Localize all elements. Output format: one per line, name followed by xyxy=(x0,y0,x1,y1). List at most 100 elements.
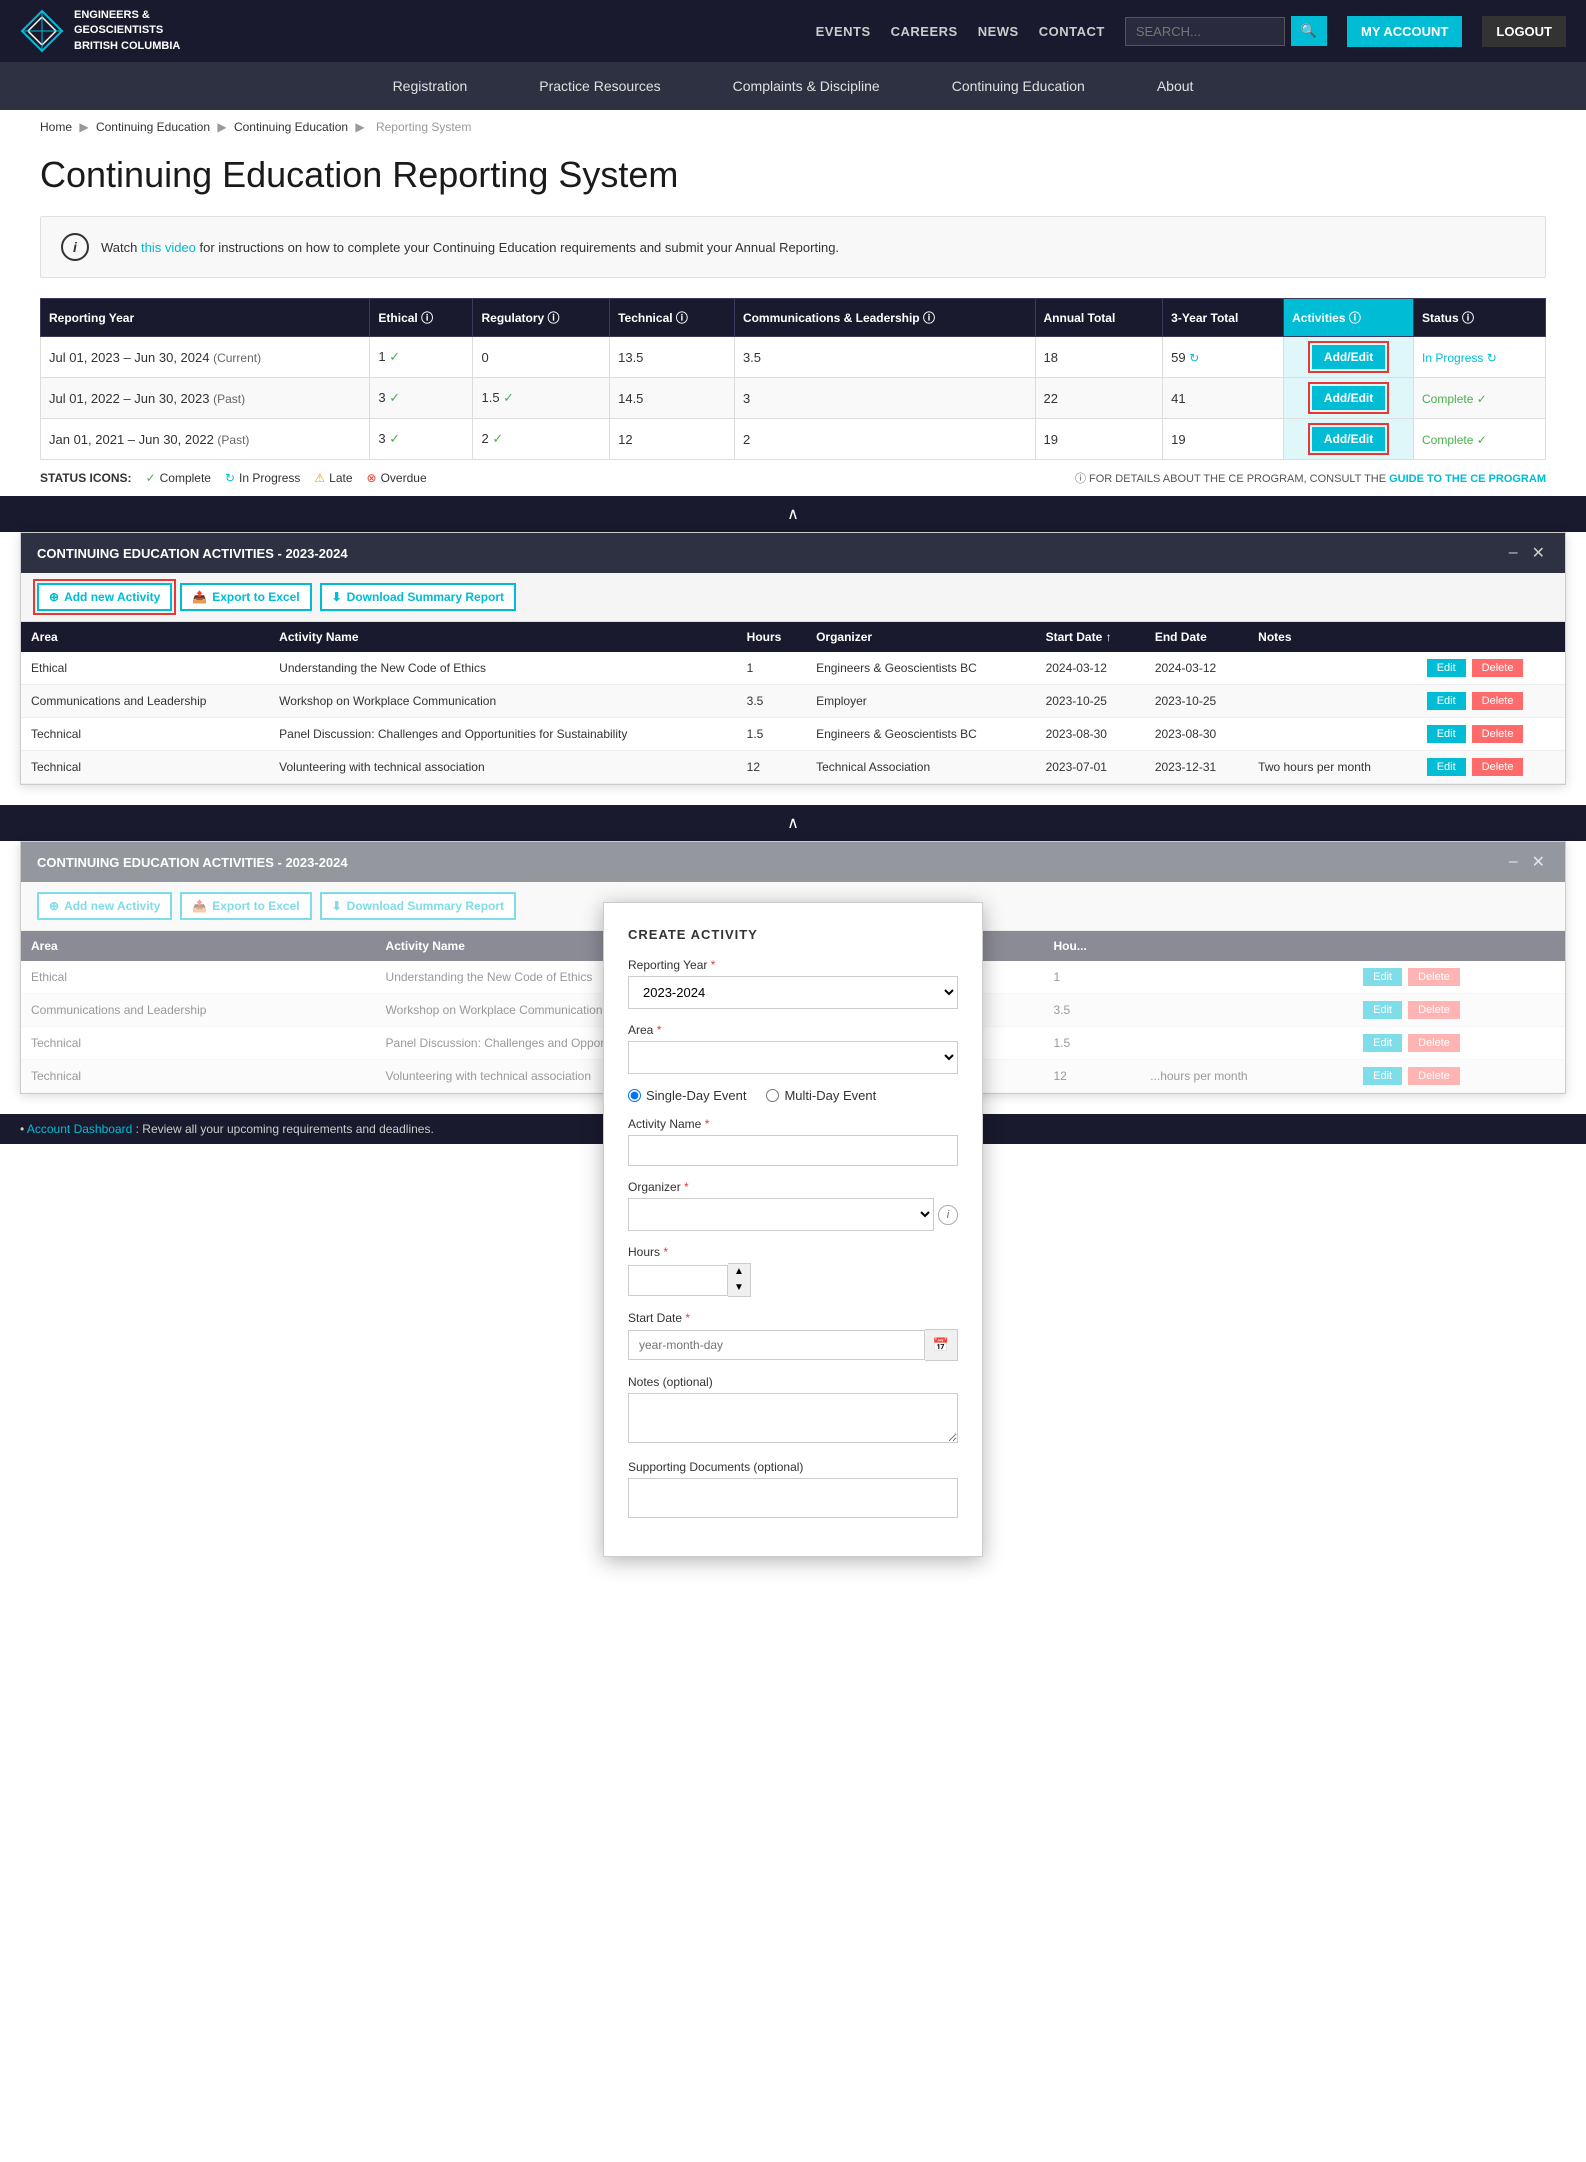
delete-btn-2b2[interactable]: Delete xyxy=(1408,1001,1460,1019)
organizer-select[interactable] xyxy=(628,1198,934,1231)
panel-title-1: CONTINUING EDUCATION ACTIVITIES - 2023-2… xyxy=(37,546,348,561)
sec-nav-complaints[interactable]: Complaints & Discipline xyxy=(697,62,916,110)
add-edit-btn-3[interactable]: Add/Edit xyxy=(1312,427,1385,451)
breadcrumb-home[interactable]: Home xyxy=(40,120,72,134)
legend-late: ⚠ Late xyxy=(314,471,352,485)
add-icon-2: ⊕ xyxy=(49,899,59,913)
hours-input[interactable] xyxy=(628,1265,728,1296)
panel-header-controls-2: – ✕ xyxy=(1505,852,1549,872)
legend-label: STATUS ICONS: xyxy=(40,471,132,485)
notes-textarea[interactable] xyxy=(628,1393,958,1443)
area-select[interactable] xyxy=(628,1041,958,1074)
act-name-2: Workshop on Workplace Communication xyxy=(269,685,737,718)
act-hours-4: 12 xyxy=(737,751,806,784)
sec-nav-practice[interactable]: Practice Resources xyxy=(503,62,696,110)
edit-btn-2c3[interactable]: Edit xyxy=(1363,1034,1402,1052)
breadcrumb-ce1[interactable]: Continuing Education xyxy=(96,120,210,134)
search-button[interactable]: 🔍 xyxy=(1291,16,1327,46)
reporting-year-label: Reporting Year * xyxy=(628,958,958,972)
activity-name-label: Activity Name * xyxy=(628,1117,958,1131)
delete-btn-3[interactable]: Delete xyxy=(1472,725,1524,743)
activity-name-input[interactable] xyxy=(628,1135,958,1166)
download-report-btn-1[interactable]: ⬇ Download Summary Report xyxy=(320,583,516,611)
supporting-docs-group: Supporting Documents (optional) xyxy=(628,1460,958,1518)
export-excel-btn-2[interactable]: 📤 Export to Excel xyxy=(180,892,311,920)
panel-close-btn-1[interactable]: ✕ xyxy=(1528,543,1549,563)
legend-right: ⓘ FOR DETAILS ABOUT THE CE PROGRAM, CONS… xyxy=(1075,470,1546,486)
delete-btn-2c3[interactable]: Delete xyxy=(1408,1034,1460,1052)
calendar-icon[interactable]: 📅 xyxy=(925,1329,958,1361)
sec-nav-ce[interactable]: Continuing Education xyxy=(916,62,1121,110)
account-dashboard-link[interactable]: Account Dashboard xyxy=(27,1122,132,1136)
sec-nav-registration[interactable]: Registration xyxy=(357,62,504,110)
multi-day-radio-label[interactable]: Multi-Day Event xyxy=(766,1088,876,1103)
nav-news[interactable]: NEWS xyxy=(978,24,1019,39)
edit-btn-1[interactable]: Edit xyxy=(1427,659,1466,677)
export-excel-btn-1[interactable]: 📤 Export to Excel xyxy=(180,583,311,611)
single-day-radio[interactable] xyxy=(628,1089,641,1102)
add-edit-btn-1[interactable]: Add/Edit xyxy=(1312,345,1385,369)
panel-title-2: CONTINUING EDUCATION ACTIVITIES - 2023-2… xyxy=(37,855,348,870)
add-new-activity-btn-2[interactable]: ⊕ Add new Activity xyxy=(37,892,172,920)
breadcrumb-ce2[interactable]: Continuing Education xyxy=(234,120,348,134)
nav-careers[interactable]: CAREERS xyxy=(891,24,958,39)
add-new-activity-btn-1[interactable]: ⊕ Add new Activity xyxy=(37,583,172,611)
report-table-area: Reporting Year Ethical ⓘ Regulatory ⓘ Te… xyxy=(40,298,1546,460)
hours-up-btn[interactable]: ▲ xyxy=(728,1264,750,1280)
multi-day-radio[interactable] xyxy=(766,1089,779,1102)
legend-inprogress: ↻ In Progress xyxy=(225,471,300,485)
breadcrumb-sep1: ▶ xyxy=(79,120,88,134)
td-technical-3: 12 xyxy=(610,419,735,460)
act-area-1: Ethical xyxy=(21,652,269,685)
info-video-link[interactable]: this video xyxy=(141,240,196,255)
act-actions-4: Edit Delete xyxy=(1417,751,1565,784)
reporting-year-select[interactable]: 2023-2024 xyxy=(628,976,958,1009)
activity-name-group: Activity Name * xyxy=(628,1117,958,1166)
organizer-info-icon[interactable]: i xyxy=(938,1205,958,1225)
td-regulatory-2: 1.5 ✓ xyxy=(473,378,610,419)
panel-close-btn-2[interactable]: ✕ xyxy=(1528,852,1549,872)
export-icon-1: 📤 xyxy=(192,590,207,604)
edit-btn-4[interactable]: Edit xyxy=(1427,758,1466,776)
download-report-btn-2[interactable]: ⬇ Download Summary Report xyxy=(320,892,516,920)
guide-link[interactable]: GUIDE TO THE CE PROGRAM xyxy=(1389,473,1546,485)
edit-btn-3[interactable]: Edit xyxy=(1427,725,1466,743)
edit-btn-2a1[interactable]: Edit xyxy=(1363,968,1402,986)
supporting-docs-input[interactable] xyxy=(628,1478,958,1518)
act-notes-4: Two hours per month xyxy=(1248,751,1417,784)
delete-btn-2a1[interactable]: Delete xyxy=(1408,968,1460,986)
secondary-navigation: Registration Practice Resources Complain… xyxy=(0,62,1586,110)
delete-btn-2[interactable]: Delete xyxy=(1472,692,1524,710)
panel-minimize-btn-1[interactable]: – xyxy=(1505,543,1522,563)
act-notes-2 xyxy=(1248,685,1417,718)
act2-actions-3: Edit Delete xyxy=(1353,1027,1565,1060)
delete-btn-2d4[interactable]: Delete xyxy=(1408,1067,1460,1085)
panel-header-1: CONTINUING EDUCATION ACTIVITIES - 2023-2… xyxy=(21,533,1565,573)
start-date-input[interactable] xyxy=(628,1330,925,1360)
single-day-radio-label[interactable]: Single-Day Event xyxy=(628,1088,746,1103)
status-badge-2: Complete ✓ xyxy=(1422,392,1487,406)
act2-extra-1 xyxy=(1140,961,1353,994)
act2-area-1: Ethical xyxy=(21,961,376,994)
sec-nav-about[interactable]: About xyxy=(1121,62,1230,110)
logout-button[interactable]: LOGOUT xyxy=(1482,16,1566,47)
act-start-4: 2023-07-01 xyxy=(1036,751,1145,784)
act2-area-4: Technical xyxy=(21,1060,376,1093)
edit-btn-2d4[interactable]: Edit xyxy=(1363,1067,1402,1085)
legend-right-text: ⓘ FOR DETAILS ABOUT THE CE PROGRAM, CONS… xyxy=(1075,473,1389,485)
edit-btn-2b2[interactable]: Edit xyxy=(1363,1001,1402,1019)
hours-down-btn[interactable]: ▼ xyxy=(728,1280,750,1296)
th-reporting-year: Reporting Year xyxy=(41,299,370,337)
edit-btn-2[interactable]: Edit xyxy=(1427,692,1466,710)
add-edit-btn-2[interactable]: Add/Edit xyxy=(1312,386,1385,410)
my-account-button[interactable]: MY ACCOUNT xyxy=(1347,16,1462,47)
nav-contact[interactable]: CONTACT xyxy=(1039,24,1105,39)
act-organizer-1: Engineers & Geoscientists BC xyxy=(806,652,1036,685)
panel-minimize-btn-2[interactable]: – xyxy=(1505,852,1522,872)
delete-btn-4[interactable]: Delete xyxy=(1472,758,1524,776)
search-input[interactable] xyxy=(1125,17,1285,46)
nav-events[interactable]: EVENTS xyxy=(816,24,871,39)
required-marker-5: * xyxy=(663,1245,668,1259)
delete-btn-1[interactable]: Delete xyxy=(1472,659,1524,677)
section-divider-1: ∧ xyxy=(0,496,1586,532)
